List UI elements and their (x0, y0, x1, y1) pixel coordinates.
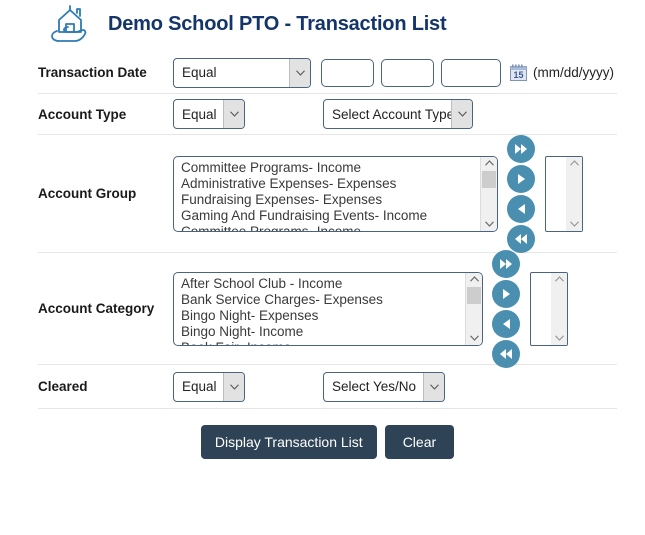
list-item[interactable]: After School Club - Income (181, 276, 465, 292)
scroll-down-icon[interactable] (566, 218, 582, 231)
account-group-options: Committee Programs- Income Administrativ… (174, 157, 480, 231)
account-group-selected-options (546, 157, 566, 231)
calendar-icon[interactable]: 15 (510, 64, 527, 81)
list-item[interactable]: Bank Service Charges- Expenses (181, 292, 465, 308)
page-title: Demo School PTO - Transaction List (108, 12, 447, 35)
account-category-selected-list[interactable] (530, 271, 568, 346)
scroll-down-icon[interactable] (481, 218, 497, 231)
account-category-selected-scrollbar[interactable] (551, 272, 567, 345)
account-category-transfer-buttons (492, 249, 520, 369)
account-category-add-button[interactable] (492, 279, 520, 308)
date-format-hint: (mm/dd/yyyy) (533, 65, 614, 80)
account-group-selected-list[interactable] (545, 155, 583, 232)
account-group-available-list[interactable]: Committee Programs- Income Administrativ… (173, 155, 498, 232)
transaction-date-operator-select[interactable]: Equal (173, 57, 311, 88)
row-account-type: Account Type Equal Select Account Type (38, 94, 617, 135)
scroll-up-icon[interactable] (481, 157, 497, 170)
list-item[interactable]: Gaming And Fundraising Events- Income (181, 208, 480, 224)
row-account-category: Account Category After School Club - Inc… (38, 249, 617, 368)
account-category-options: After School Club - Income Bank Service … (174, 273, 465, 345)
filter-form: Transaction Date Equal 15 (mm/dd/yyyy) A… (0, 52, 645, 459)
account-group-add-all-button[interactable] (507, 134, 535, 163)
account-category-remove-button[interactable] (492, 309, 520, 338)
transaction-date-input-1[interactable] (321, 58, 374, 87)
account-type-label: Account Type (38, 106, 127, 122)
account-type-operator-value: Equal (182, 106, 217, 122)
account-group-label: Account Group (38, 186, 137, 201)
scroll-up-icon[interactable] (566, 157, 582, 170)
account-category-scrollbar[interactable] (465, 272, 482, 345)
row-account-group: Account Group Committee Programs- Income… (38, 134, 617, 254)
cleared-operator-value: Equal (182, 379, 217, 394)
transaction-date-inputs: 15 (mm/dd/yyyy) (321, 58, 614, 87)
scrollbar-thumb[interactable] (482, 170, 496, 188)
list-item[interactable]: Committee Programs- Income (181, 160, 480, 176)
cleared-value-select[interactable]: Select Yes/No (323, 371, 445, 402)
cleared-label: Cleared (38, 379, 88, 394)
account-group-scrollbar[interactable] (480, 156, 497, 231)
chevron-down-icon (289, 58, 310, 87)
list-item[interactable]: Bingo Night- Expenses (181, 308, 465, 324)
list-item[interactable]: Committee Programs- Income (181, 224, 480, 231)
chevron-down-icon (223, 100, 244, 128)
list-item[interactable]: Book Fair- Income (181, 340, 465, 345)
account-category-available-list[interactable]: After School Club - Income Bank Service … (173, 271, 483, 346)
chevron-down-icon (451, 100, 472, 128)
account-type-value-select[interactable]: Select Account Type (323, 99, 473, 129)
account-category-add-all-button[interactable] (492, 249, 520, 278)
form-actions: Display Transaction List Clear (38, 425, 617, 459)
list-item[interactable]: Bingo Night- Income (181, 324, 465, 340)
account-category-remove-all-button[interactable] (492, 339, 520, 368)
cleared-operator-select[interactable]: Equal (173, 371, 245, 402)
scrollbar-thumb[interactable] (467, 286, 481, 304)
transaction-date-label: Transaction Date (38, 65, 147, 80)
account-category-picker: After School Club - Income Bank Service … (173, 249, 568, 369)
account-group-remove-button[interactable] (507, 194, 535, 223)
row-cleared: Cleared Equal Select Yes/No (38, 365, 617, 409)
account-group-add-button[interactable] (507, 164, 535, 193)
row-transaction-date: Transaction Date Equal 15 (mm/dd/yyyy) (38, 52, 617, 94)
scroll-down-icon[interactable] (551, 332, 567, 345)
account-group-picker: Committee Programs- Income Administrativ… (173, 134, 583, 254)
chevron-down-icon (423, 372, 444, 401)
account-group-selected-scrollbar[interactable] (566, 156, 582, 231)
house-in-hand-icon (46, 1, 92, 47)
transaction-date-input-3[interactable] (441, 58, 501, 87)
page-header: Demo School PTO - Transaction List (0, 0, 645, 52)
account-group-transfer-buttons (507, 134, 535, 254)
account-type-value: Select Account Type (332, 106, 451, 122)
clear-button[interactable]: Clear (384, 425, 455, 459)
scroll-up-icon[interactable] (466, 273, 482, 286)
transaction-date-input-2[interactable] (381, 58, 434, 87)
account-category-label: Account Category (38, 301, 155, 316)
scroll-up-icon[interactable] (551, 273, 567, 286)
transaction-list-page: Demo School PTO - Transaction List Trans… (0, 0, 645, 535)
list-item[interactable]: Fundraising Expenses- Expenses (181, 192, 480, 208)
scroll-down-icon[interactable] (466, 332, 482, 345)
account-category-selected-options (531, 273, 551, 345)
display-transaction-list-button[interactable]: Display Transaction List (200, 425, 377, 459)
account-type-operator-select[interactable]: Equal (173, 99, 245, 129)
transaction-date-operator-value: Equal (182, 65, 217, 80)
list-item[interactable]: Administrative Expenses- Expenses (181, 176, 480, 192)
chevron-down-icon (223, 372, 244, 401)
calendar-day-text: 15 (513, 70, 523, 80)
cleared-value: Select Yes/No (332, 379, 417, 394)
